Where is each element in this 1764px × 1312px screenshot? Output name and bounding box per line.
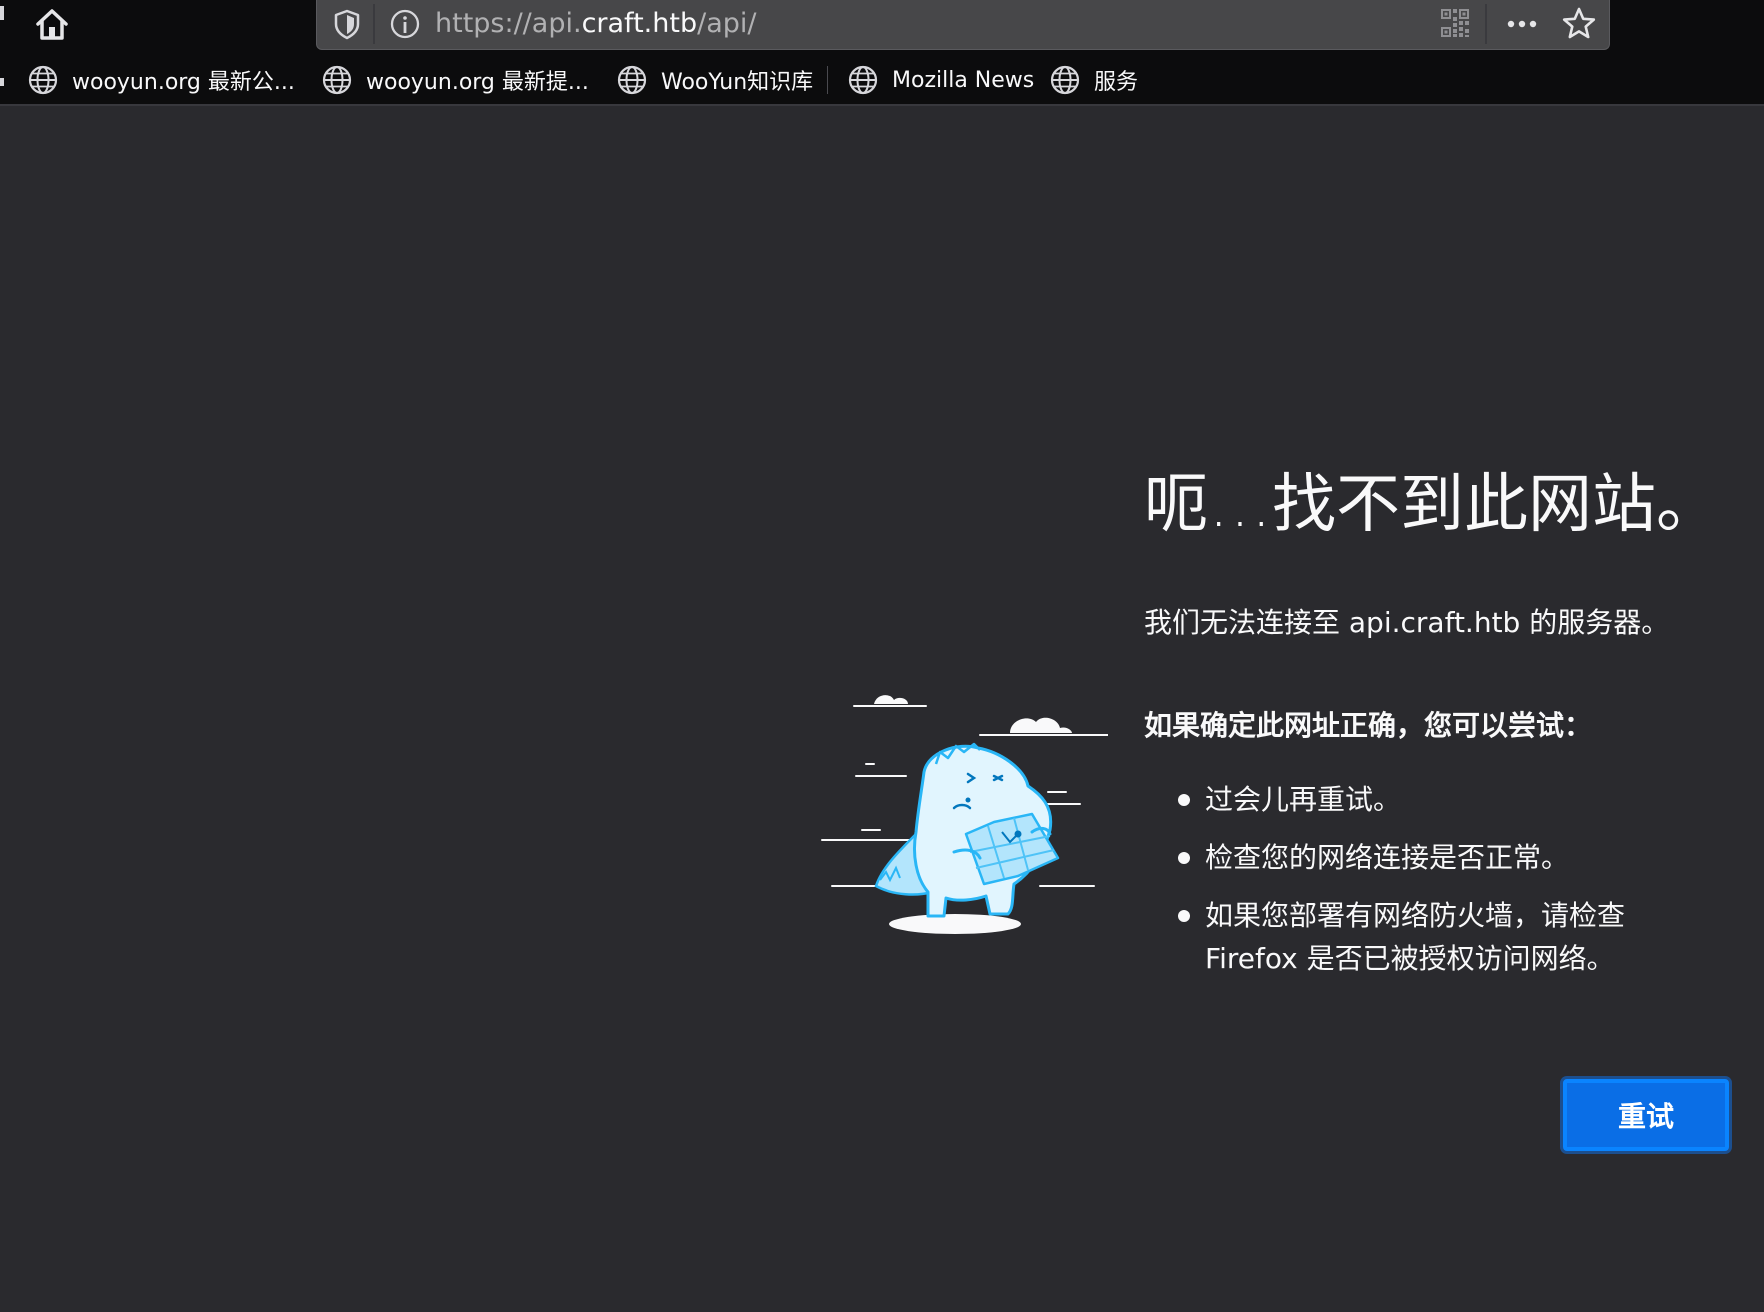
suggestions-list: 过会儿再重试。 检查您的网络连接是否正常。 如果您部署有网络防火墙，请检查 Fi… (1170, 778, 1690, 995)
error-description: 我们无法连接至 api.craft.htb 的服务器。 (1144, 606, 1670, 639)
globe-icon (1050, 65, 1080, 95)
tab-edge-marker (0, 6, 4, 20)
url-text[interactable]: https://api.craft.htb/api/ (435, 6, 756, 42)
bookmark-item-wooyun-submit[interactable]: wooyun.org 最新提... (320, 63, 589, 97)
bookmark-item-services[interactable]: 服务 (1048, 63, 1138, 97)
suggestion-item: 如果您部署有网络防火墙，请检查 Firefox 是否已被授权访问网络。 (1170, 894, 1690, 980)
site-info-button[interactable] (387, 6, 423, 42)
retry-button[interactable]: 重试 (1563, 1079, 1729, 1151)
bookmark-item-mozilla-news[interactable]: Mozilla News (846, 63, 1034, 97)
bookmark-star-button[interactable] (1559, 4, 1599, 44)
urlbar-action-separator (1485, 4, 1487, 44)
url-prefix: https://api. (435, 8, 582, 39)
bookmark-item-wooyun-public[interactable]: wooyun.org 最新公... (26, 63, 295, 97)
globe-icon (28, 65, 58, 95)
info-icon (390, 9, 420, 39)
star-icon (1562, 7, 1596, 39)
bookmarks-toolbar: wooyun.org 最新公... wooyun.org 最新提... WooY… (0, 54, 1764, 106)
globe-icon (848, 65, 878, 95)
qr-code-button[interactable] (1439, 7, 1471, 39)
ellipsis-icon (1507, 20, 1537, 28)
tracking-protection-button[interactable] (329, 6, 365, 42)
shield-icon (334, 9, 360, 40)
url-host: craft.htb (581, 8, 698, 39)
bookmark-item-wooyun-kb[interactable]: WooYun知识库 (615, 63, 813, 97)
suggestion-item: 过会儿再重试。 (1170, 778, 1690, 821)
bookmark-label: WooYun知识库 (661, 70, 814, 95)
bookmark-label: wooyun.org 最新提... (366, 70, 589, 95)
error-title: 呃…找不到此网站。 (1144, 468, 1720, 542)
bookmark-label: wooyun.org 最新公... (72, 70, 295, 95)
suggestions-heading: 如果确定此网址正确，您可以尝试： (1144, 709, 1593, 742)
suggestion-item: 检查您的网络连接是否正常。 (1170, 836, 1690, 879)
home-button[interactable] (30, 2, 74, 46)
url-bar[interactable]: https://api.craft.htb/api/ (316, 0, 1610, 50)
browser-toolbar: https://api.craft.htb/api/ (0, 0, 1764, 54)
url-path: /api/ (697, 8, 757, 39)
qr-code-icon (1441, 9, 1469, 37)
bookmark-label: 服务 (1094, 70, 1139, 95)
globe-icon (617, 65, 647, 95)
page-actions-button[interactable] (1503, 6, 1541, 42)
bookmark-label: Mozilla News (892, 67, 1035, 93)
home-icon (36, 9, 68, 40)
globe-icon (322, 65, 352, 95)
bookmarks-separator (827, 66, 828, 94)
bookmarks-overflow-edge (0, 78, 4, 86)
urlbar-separator (373, 4, 375, 44)
lost-dino-illustration (821, 695, 1108, 934)
